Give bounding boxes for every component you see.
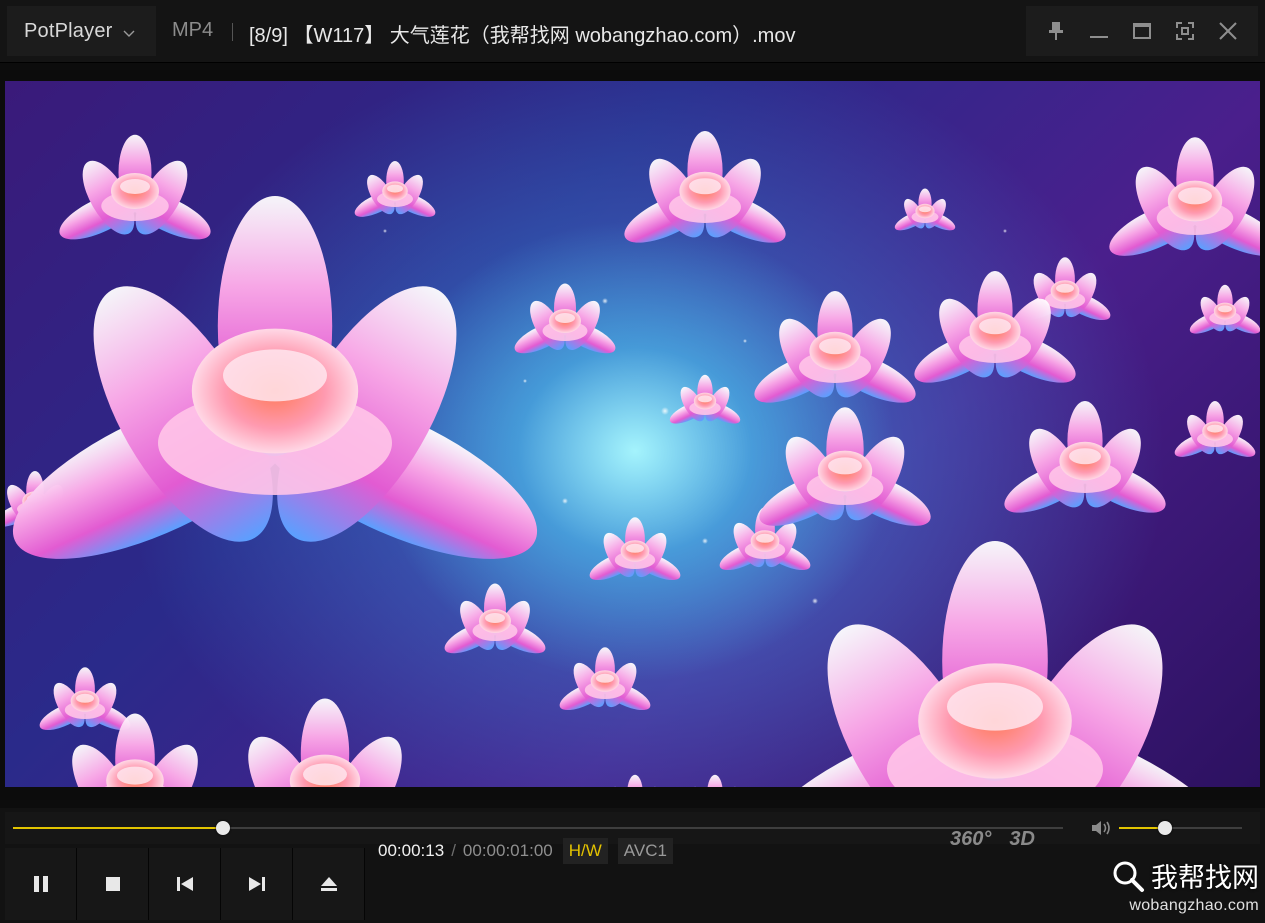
fullscreen-button[interactable]	[1171, 17, 1199, 45]
watermark-name: 我帮找网	[1151, 863, 1259, 893]
pause-button[interactable]	[5, 848, 77, 920]
watermark: 我帮找网 wobangzhao.com	[1111, 856, 1259, 915]
chevron-down-icon	[123, 27, 135, 37]
maximize-icon	[1132, 23, 1151, 39]
time-separator: /	[451, 841, 456, 860]
volume-slider[interactable]	[1119, 821, 1242, 835]
format-label: MP4	[172, 19, 214, 41]
maximize-button[interactable]	[1128, 17, 1156, 45]
title-divider	[232, 23, 233, 41]
control-panel: 00:00:13 / 00:00:01:00 H/W AVC1 360° 3D …	[0, 808, 1265, 923]
minimize-icon	[1089, 36, 1108, 38]
volume-icon[interactable]	[1090, 819, 1112, 837]
total-time: 00:00:01:00	[462, 841, 553, 860]
eject-button[interactable]	[293, 848, 365, 920]
hw-decode-badge[interactable]: H/W	[562, 838, 608, 864]
skip-previous-icon	[176, 877, 193, 891]
right-toolbar: 360° 3D	[950, 828, 1035, 851]
previous-button[interactable]	[149, 848, 221, 920]
next-button[interactable]	[221, 848, 293, 920]
pin-icon	[1048, 22, 1063, 40]
close-icon	[1219, 22, 1238, 40]
video-frame[interactable]	[5, 81, 1260, 787]
app-name: PotPlayer	[24, 19, 113, 42]
close-button[interactable]	[1214, 17, 1242, 45]
stop-icon	[105, 877, 120, 891]
eject-icon	[320, 877, 337, 891]
window-controls	[1026, 6, 1258, 56]
magnifier-icon	[1113, 861, 1144, 892]
seek-bar[interactable]	[13, 821, 1063, 835]
volume-handle[interactable]	[1157, 821, 1172, 835]
file-title: [8/9] 【W117】 大气莲花（我帮找网 wobangzhao.com）.m…	[249, 25, 796, 47]
watermark-url: wobangzhao.com	[1129, 897, 1259, 914]
pin-button[interactable]	[1042, 17, 1070, 45]
current-time: 00:00:13	[378, 841, 445, 860]
seek-progress	[13, 827, 223, 829]
stop-button[interactable]	[77, 848, 149, 920]
lotus-artwork	[5, 131, 1260, 787]
app-menu-button[interactable]: PotPlayer	[7, 6, 156, 56]
fullscreen-icon	[1176, 22, 1195, 40]
vr-360-button[interactable]: 360°	[950, 828, 991, 851]
skip-next-icon	[248, 877, 265, 891]
3d-button[interactable]: 3D	[1009, 828, 1035, 851]
codec-badge[interactable]: AVC1	[617, 838, 673, 864]
minimize-button[interactable]	[1085, 17, 1113, 45]
seek-handle[interactable]	[216, 821, 230, 835]
time-info: 00:00:13 / 00:00:01:00 H/W AVC1	[378, 838, 673, 864]
title-bar: PotPlayer MP4 [8/9] 【W117】 大气莲花（我帮找网 wob…	[0, 0, 1265, 63]
pause-icon	[33, 876, 48, 892]
